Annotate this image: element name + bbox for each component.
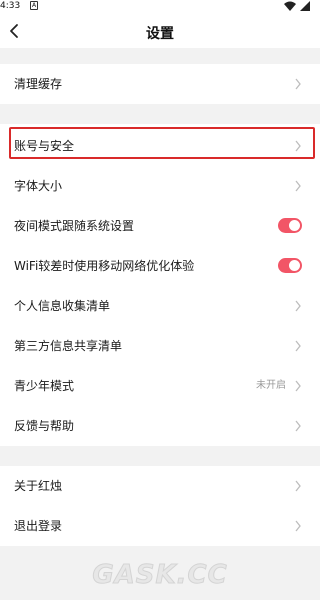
teen-mode-status: 未开启 [256, 380, 286, 391]
watermark: GASK.CC [92, 560, 228, 591]
setting-row-personal-info-list[interactable]: 个人信息收集清单 [0, 286, 320, 326]
setting-label: 关于红烛 [14, 479, 63, 493]
setting-row-about[interactable]: 关于红烛 [0, 466, 320, 506]
chevron-right-icon [295, 300, 301, 312]
setting-row-clear-cache[interactable]: 清理缓存 [0, 64, 320, 104]
notification-icon: A [30, 1, 38, 10]
setting-row-teen-mode[interactable]: 青少年模式 未开启 [0, 366, 320, 406]
signal-icon [300, 1, 310, 11]
chevron-right-icon [295, 78, 301, 90]
settings-group-main: 账号与安全 字体大小 夜间模式跟随系统设置 WiFi较差时使用移动网络优化体验 … [0, 124, 320, 446]
setting-label: 字体大小 [14, 179, 63, 193]
nav-bar: 设置 [0, 14, 320, 48]
setting-label: 退出登录 [14, 519, 63, 533]
setting-row-wifi-optimize: WiFi较差时使用移动网络优化体验 [0, 246, 320, 286]
wifi-icon [284, 1, 296, 11]
setting-row-logout[interactable]: 退出登录 [0, 506, 320, 546]
chevron-right-icon [295, 140, 301, 152]
setting-row-night-mode: 夜间模式跟随系统设置 [0, 206, 320, 246]
setting-label: WiFi较差时使用移动网络优化体验 [14, 259, 195, 273]
chevron-right-icon [295, 340, 301, 352]
chevron-right-icon [295, 420, 301, 432]
night-mode-toggle[interactable] [278, 218, 302, 233]
chevron-right-icon [295, 380, 301, 392]
setting-label: 个人信息收集清单 [14, 299, 111, 313]
setting-label: 第三方信息共享清单 [14, 339, 123, 353]
chevron-right-icon [295, 520, 301, 532]
setting-label: 夜间模式跟随系统设置 [14, 219, 135, 233]
status-bar: 4:33 A [0, 0, 320, 14]
toggle-knob [289, 220, 300, 231]
chevron-right-icon [295, 180, 301, 192]
settings-group-cache: 清理缓存 [0, 64, 320, 104]
setting-row-account-security[interactable]: 账号与安全 [0, 126, 320, 166]
setting-label: 反馈与帮助 [14, 419, 75, 433]
setting-row-third-party-sharing[interactable]: 第三方信息共享清单 [0, 326, 320, 366]
wifi-optimize-toggle[interactable] [278, 258, 302, 273]
setting-row-feedback-help[interactable]: 反馈与帮助 [0, 406, 320, 446]
setting-label: 青少年模式 [14, 379, 75, 393]
chevron-right-icon [295, 480, 301, 492]
settings-group-about: 关于红烛 退出登录 [0, 466, 320, 546]
setting-row-font-size[interactable]: 字体大小 [0, 166, 320, 206]
setting-label: 清理缓存 [14, 77, 63, 91]
status-time: 4:33 [0, 1, 21, 11]
setting-label: 账号与安全 [14, 139, 75, 153]
toggle-knob [289, 260, 300, 271]
page-title: 设置 [146, 26, 174, 42]
